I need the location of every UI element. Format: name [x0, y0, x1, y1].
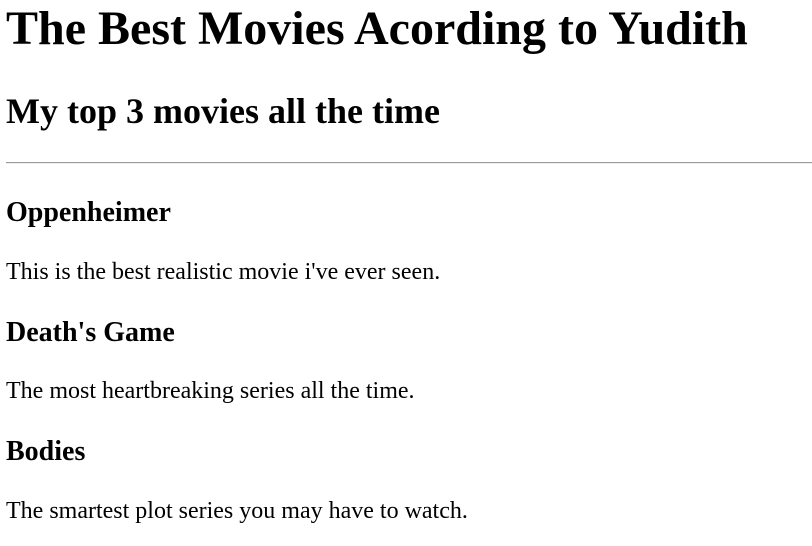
page: The Best Movies Acording to Yudith My to… — [0, 0, 812, 546]
movie-description-bodies: The smartest plot series you may have to… — [6, 498, 468, 524]
movie-description-oppenheimer: This is the best realistic movie i've ev… — [6, 259, 441, 285]
movie-title-bodies: Bodies — [6, 436, 86, 467]
movie-description-deaths-game: The most heartbreaking series all the ti… — [6, 378, 415, 404]
movie-title-oppenheimer: Oppenheimer — [6, 197, 171, 228]
divider — [6, 162, 812, 164]
page-subtitle: My top 3 movies all the time — [6, 91, 440, 131]
page-title: The Best Movies Acording to Yudith — [6, 2, 748, 55]
movie-title-deaths-game: Death's Game — [6, 317, 175, 348]
